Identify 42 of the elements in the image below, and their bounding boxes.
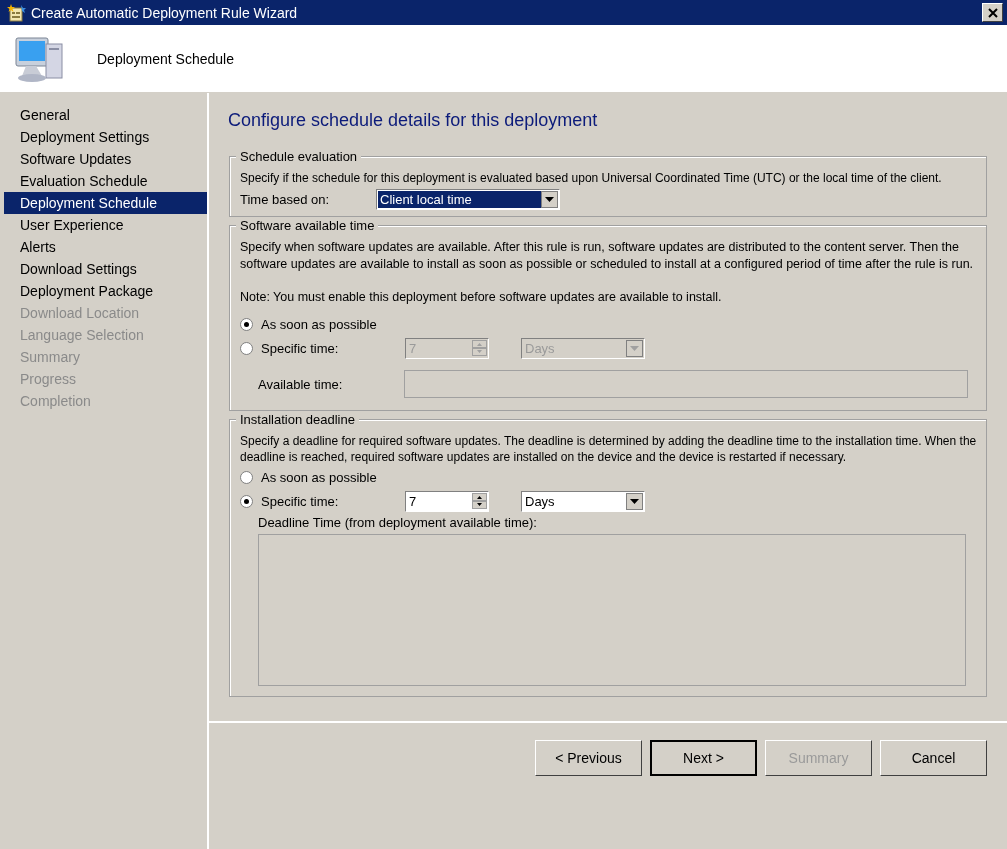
- unit-dropdown[interactable]: Days: [521, 490, 645, 512]
- nav-item[interactable]: Alerts: [4, 236, 207, 258]
- nav-item[interactable]: Deployment Settings: [4, 126, 207, 148]
- field-label: Time based on:: [240, 192, 331, 207]
- radio-label[interactable]: Specific time:: [261, 340, 405, 356]
- group-title: Schedule evaluation: [236, 149, 362, 164]
- spinner-arrows-icon: [472, 493, 487, 509]
- available-time-field[interactable]: [404, 370, 968, 398]
- wizard-button[interactable]: < Previous: [535, 740, 642, 776]
- radio-label[interactable]: As soon as possible: [261, 469, 405, 485]
- field-label: Available time:: [257, 376, 344, 392]
- close-icon: [986, 6, 999, 19]
- close-button[interactable]: [982, 3, 1003, 22]
- description-text: Specify if the schedule for this deployment is evaluated based upon Universal Coordinated Time (UTC) or the local time of the client.: [240, 170, 943, 186]
- number-field[interactable]: 7: [405, 490, 489, 512]
- radio-label[interactable]: As soon as possible: [261, 316, 405, 332]
- spinner-arrows-icon: [472, 340, 487, 356]
- nav-item[interactable]: Software Updates: [4, 148, 207, 170]
- description-text: Specify when software updates are available. After this rule is run, software updates are distributed to the content server. Then the software updates are available to install as soon as possible or scheduled to install at a configured period of time after the rule is run.: [240, 239, 975, 273]
- description-text: Specify a deadline for required software updates. The deadline is determined by adding the deadline time to the installation time. When the deadline is reached, required software updates are installed on the device and the device is restarted if necessary.: [240, 433, 978, 465]
- nav-item[interactable]: Deployment Schedule: [4, 192, 207, 214]
- group-title: Installation deadline: [236, 412, 359, 427]
- page-title: Configure schedule details for this deployment: [228, 110, 599, 132]
- radio-button[interactable]: [240, 341, 253, 355]
- nav-item[interactable]: Deployment Package: [4, 280, 207, 302]
- group-title: Software available time: [236, 218, 379, 233]
- wizard-button[interactable]: Next >: [650, 740, 757, 776]
- nav-item[interactable]: General: [4, 104, 207, 126]
- radio-label[interactable]: Specific time:: [261, 493, 405, 509]
- time-based-on-dropdown[interactable]: Client local time: [376, 189, 560, 210]
- field-label: Deadline Time (from deployment available time):: [257, 515, 538, 530]
- note-text: Note: You must enable this deployment before software updates are available to install.: [240, 289, 723, 306]
- header-title: Deployment Schedule: [97, 50, 234, 67]
- window-title: Create Automatic Deployment Rule Wizard: [31, 4, 299, 21]
- nav-item[interactable]: Evaluation Schedule: [4, 170, 207, 192]
- radio-button[interactable]: [240, 317, 253, 331]
- wizard-button[interactable]: Cancel: [880, 740, 987, 776]
- nav-item[interactable]: User Experience: [4, 214, 207, 236]
- radio-button[interactable]: [240, 470, 253, 484]
- nav-item[interactable]: Download Settings: [4, 258, 207, 280]
- wizard-icon: [7, 2, 27, 23]
- radio-button[interactable]: [240, 494, 253, 508]
